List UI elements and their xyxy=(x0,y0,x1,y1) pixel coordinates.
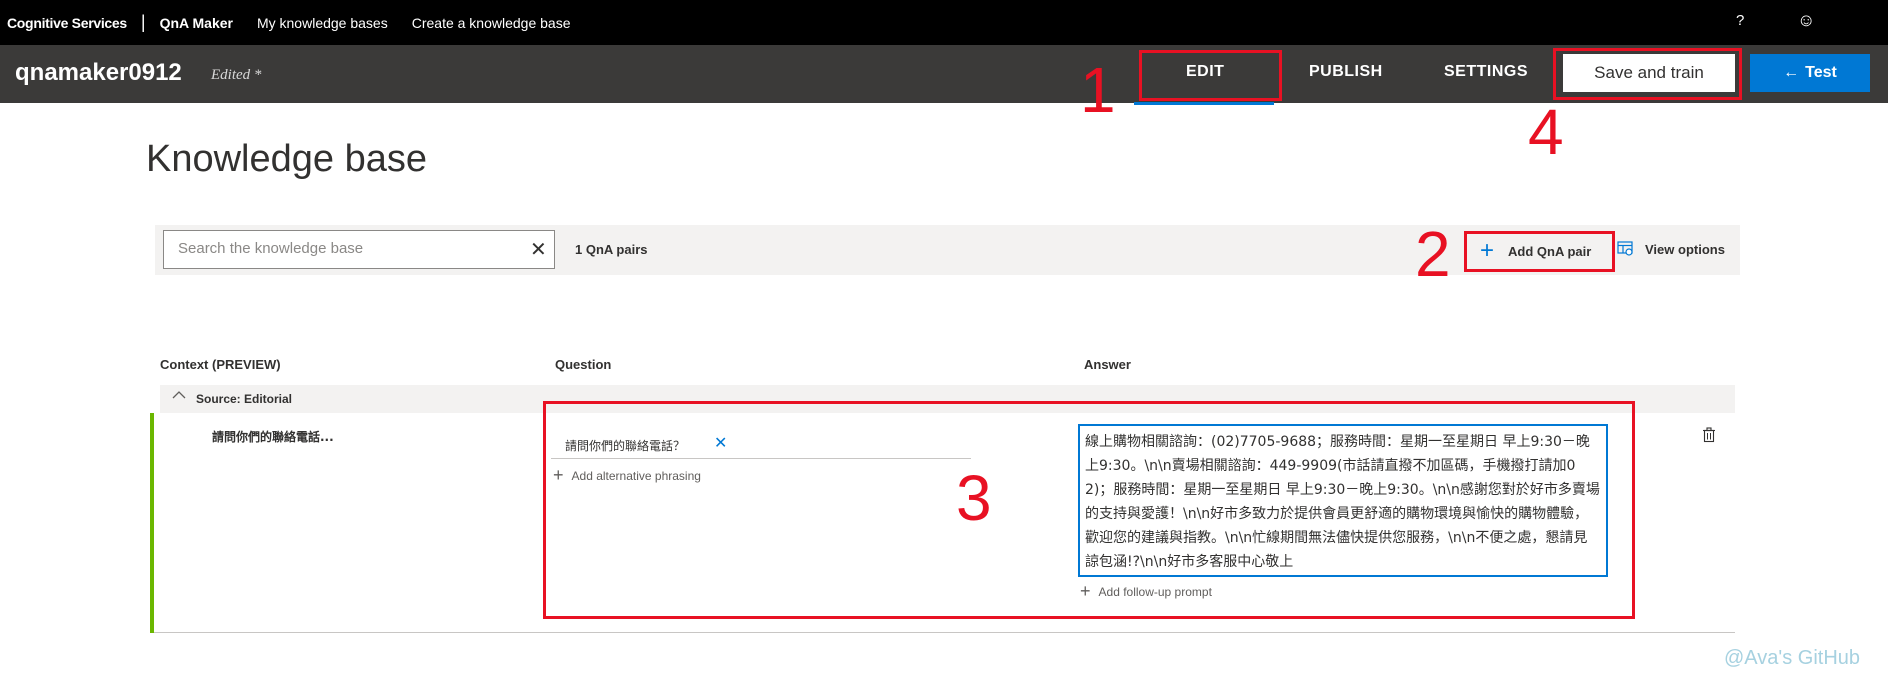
annotation-box-add-pair xyxy=(1464,231,1615,272)
brand-separator: | xyxy=(140,12,146,32)
view-options-button[interactable]: View options xyxy=(1617,240,1725,259)
source-label: Source: Editorial xyxy=(196,392,293,406)
brand-link[interactable]: Cognitive Services xyxy=(7,15,127,31)
annotation-number-3: 3 xyxy=(956,462,992,534)
page-title: Knowledge base xyxy=(146,138,427,180)
row-accent-bar xyxy=(150,413,154,633)
view-options-icon xyxy=(1617,240,1633,259)
nav-my-knowledge-bases[interactable]: My knowledge bases xyxy=(257,15,388,31)
column-header-question: Question xyxy=(555,357,612,372)
annotation-box-save xyxy=(1553,48,1742,100)
close-icon[interactable]: ✕ xyxy=(530,237,547,261)
column-header-answer: Answer xyxy=(1084,357,1131,372)
tab-edit-indicator xyxy=(1134,102,1274,105)
annotation-box-edit xyxy=(1139,50,1282,101)
annotation-number-4: 4 xyxy=(1528,96,1564,168)
qna-pair-count: 1 QnA pairs xyxy=(575,242,648,257)
test-button-label: Test xyxy=(1805,64,1837,81)
search-box: ✕ xyxy=(163,230,555,269)
edited-status: Edited * xyxy=(211,67,262,83)
annotation-number-2: 2 xyxy=(1415,218,1451,290)
chevron-up-icon[interactable] xyxy=(172,389,186,404)
tab-publish[interactable]: PUBLISH xyxy=(1309,63,1383,81)
product-link[interactable]: QnA Maker xyxy=(160,15,233,31)
tab-settings[interactable]: SETTINGS xyxy=(1444,63,1528,81)
arrow-left-icon: ← xyxy=(1783,64,1800,81)
annotation-number-1: 1 xyxy=(1080,54,1116,126)
context-cell: 請問你們的聯絡電話... xyxy=(212,430,334,444)
kb-name: qnamaker0912 xyxy=(15,59,182,86)
feedback-icon[interactable]: ☺ xyxy=(1797,10,1815,31)
search-input[interactable] xyxy=(178,240,508,257)
delete-icon[interactable] xyxy=(1702,427,1716,447)
help-icon[interactable]: ? xyxy=(1736,12,1744,29)
top-nav: Cognitive Services | QnA Maker My knowle… xyxy=(0,0,1888,45)
view-options-label: View options xyxy=(1645,242,1725,257)
column-header-context: Context (PREVIEW) xyxy=(160,357,281,372)
annotation-box-qna xyxy=(543,401,1635,619)
watermark: @Ava's GitHub xyxy=(1724,647,1861,669)
nav-create-knowledge-base[interactable]: Create a knowledge base xyxy=(412,15,571,31)
test-button[interactable]: ← Test xyxy=(1750,54,1870,92)
